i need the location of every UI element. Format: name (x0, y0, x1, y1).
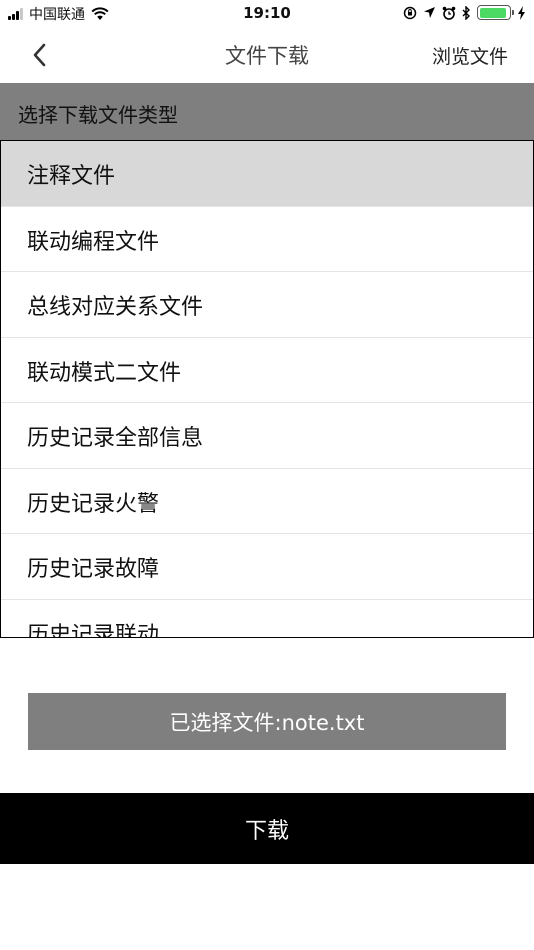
list-item[interactable]: 历史记录火警 (1, 469, 533, 534)
bluetooth-icon (462, 5, 470, 20)
alarm-icon (442, 6, 456, 20)
section-title: 选择下载文件类型 (18, 103, 178, 127)
download-button[interactable]: 下载 (0, 793, 534, 864)
status-right (397, 5, 526, 20)
list-item-label: 历史记录联动 (27, 622, 160, 638)
list-item[interactable]: 历史记录联动 (1, 600, 533, 638)
file-type-list[interactable]: 注释文件 联动编程文件 总线对应关系文件 联动模式二文件 历史记录全部信息 历史… (0, 140, 534, 638)
section-header: 选择下载文件类型 (0, 83, 534, 141)
selected-file-display: 已选择文件:note.txt (28, 693, 506, 750)
list-item[interactable]: 联动编程文件 (1, 207, 533, 272)
list-item-label: 总线对应关系文件 (27, 295, 204, 320)
location-icon (424, 7, 435, 18)
list-item[interactable]: 注释文件 (1, 141, 533, 207)
selected-file-text: 已选择文件:note.txt (169, 710, 365, 735)
charging-icon (518, 5, 525, 20)
navigation-bar: 文件下载 浏览文件 (0, 28, 534, 83)
browse-files-button[interactable]: 浏览文件 (432, 42, 508, 69)
list-item-label: 联动模式二文件 (27, 360, 182, 386)
battery-icon (477, 5, 514, 20)
list-item-label: 历史记录故障 (27, 557, 160, 582)
list-item[interactable]: 联动模式二文件 (1, 338, 533, 403)
list-item-label: 历史记录全部信息 (27, 426, 204, 451)
list-item-label: 注释文件 (27, 164, 116, 189)
list-item-label: 联动编程文件 (27, 229, 160, 255)
status-bar: 中国联通 19:10 (0, 0, 534, 28)
list-item[interactable]: 历史记录故障 (1, 534, 533, 600)
orientation-lock-icon (403, 6, 417, 19)
list-item[interactable]: 总线对应关系文件 (1, 272, 533, 338)
list-item-label: 历史记录火警 (27, 491, 160, 517)
download-button-label: 下载 (244, 818, 289, 844)
list-item[interactable]: 历史记录全部信息 (1, 403, 533, 469)
